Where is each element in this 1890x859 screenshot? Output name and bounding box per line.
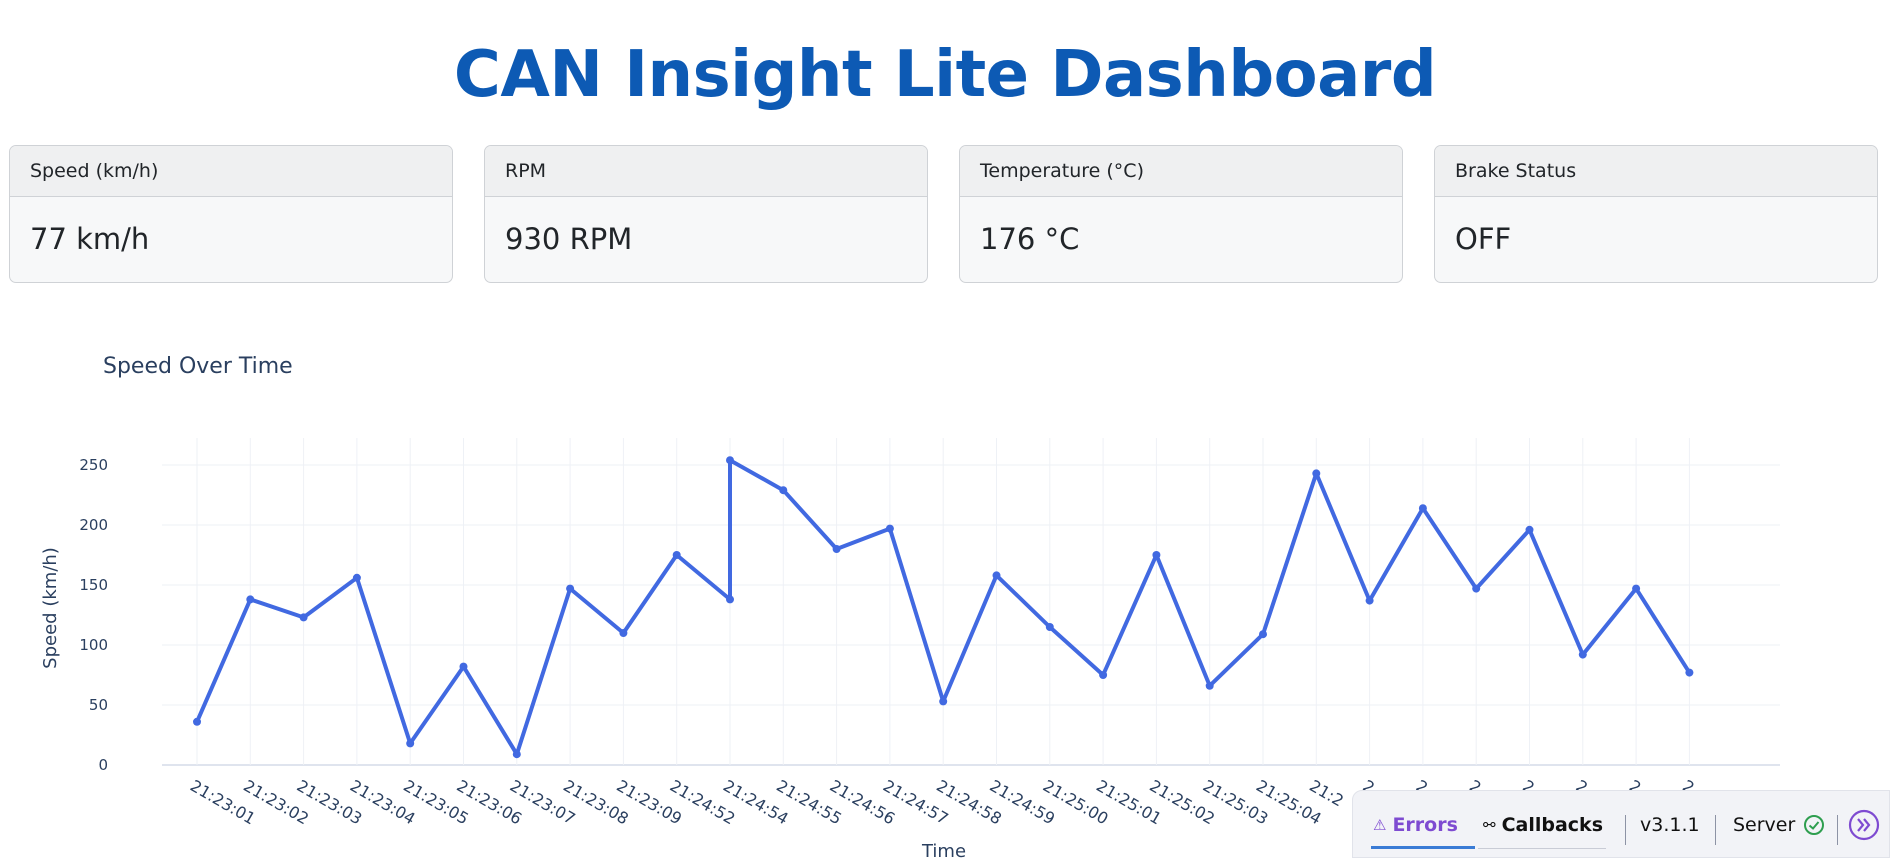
warning-icon: ⚠: [1373, 816, 1387, 834]
speed-card: Speed (km/h) 77 km/h: [9, 145, 453, 283]
expand-icon: [1848, 809, 1880, 841]
speed-data-point[interactable]: [406, 739, 415, 748]
divider: [1715, 815, 1716, 845]
divider: [1625, 815, 1626, 845]
speed-data-point[interactable]: [1525, 525, 1534, 534]
brake-card-label: Brake Status: [1435, 146, 1877, 197]
dev-tools-toggle-button[interactable]: [1848, 791, 1880, 859]
y-axis-title: Speed (km/h): [40, 547, 61, 669]
speed-data-point[interactable]: [992, 571, 1001, 580]
speed-data-point[interactable]: [619, 629, 628, 637]
speed-data-point[interactable]: [1045, 623, 1054, 631]
speed-data-point[interactable]: [1578, 650, 1587, 659]
speed-data-point[interactable]: [1205, 681, 1214, 690]
check-circle-icon: [1804, 815, 1825, 835]
y-tick-label: 50: [89, 696, 108, 714]
speed-data-point[interactable]: [299, 613, 308, 622]
chart-grid: [162, 438, 1780, 766]
speed-card-label: Speed (km/h): [10, 146, 452, 197]
speed-data-point[interactable]: [939, 697, 948, 706]
y-tick-label: 150: [79, 576, 108, 594]
temperature-card-value: 176 °C: [980, 222, 1080, 256]
callbacks-icon: ⚯: [1483, 816, 1496, 834]
server-label: Server: [1733, 814, 1796, 836]
rpm-card: RPM 930 RPM: [484, 145, 928, 283]
divider: [1837, 815, 1838, 845]
temperature-card: Temperature (°C) 176 °C: [959, 145, 1403, 283]
brake-card: Brake Status OFF: [1434, 145, 1878, 283]
speed-data-point[interactable]: [779, 486, 788, 495]
chart-title: Speed Over Time: [103, 354, 293, 379]
server-status[interactable]: Server: [1733, 791, 1825, 859]
speed-data-point[interactable]: [1632, 584, 1641, 593]
speed-data-point[interactable]: [672, 551, 681, 559]
speed-data-point[interactable]: [1152, 551, 1161, 559]
speed-data-point[interactable]: [1365, 596, 1374, 605]
brake-card-value: OFF: [1455, 222, 1512, 256]
y-tick-label: 200: [79, 516, 108, 534]
speed-data-point[interactable]: [1099, 671, 1108, 679]
y-tick-label: 0: [98, 756, 108, 774]
speed-data-point[interactable]: [832, 545, 841, 553]
rpm-card-label: RPM: [485, 146, 927, 197]
speed-data-point[interactable]: [1418, 504, 1427, 513]
page-title: CAN Insight Lite Dashboard: [453, 38, 1437, 112]
errors-label: Errors: [1392, 814, 1458, 836]
errors-tab-underline: [1371, 846, 1475, 849]
speed-data-point[interactable]: [246, 595, 255, 604]
speed-data-point[interactable]: [1312, 469, 1321, 478]
y-tick-label: 100: [79, 636, 108, 654]
speed-data-point[interactable]: [1259, 630, 1267, 639]
y-tick-label: 250: [79, 456, 108, 474]
speed-data-point[interactable]: [193, 717, 201, 726]
temperature-card-label: Temperature (°C): [960, 146, 1402, 197]
speed-data-point[interactable]: [726, 456, 734, 465]
speed-data-point[interactable]: [726, 595, 734, 604]
speed-data-point[interactable]: [459, 662, 468, 671]
dev-tools-bar: ⚠ Errors ⚯ Callbacks v3.1.1 Server: [1352, 790, 1890, 858]
version-label: v3.1.1: [1640, 814, 1700, 836]
speed-data-point[interactable]: [1685, 668, 1694, 677]
speed-data-point[interactable]: [1472, 584, 1481, 593]
speed-data-point[interactable]: [512, 750, 521, 759]
callbacks-label: Callbacks: [1501, 814, 1603, 836]
callbacks-tab-underline: [1478, 848, 1606, 849]
x-axis-title: Time: [921, 841, 966, 858]
speed-data-point[interactable]: [885, 524, 894, 533]
speed-data-point[interactable]: [352, 573, 361, 582]
speed-card-value: 77 km/h: [30, 222, 150, 256]
speed-data-point[interactable]: [566, 584, 575, 593]
rpm-card-value: 930 RPM: [505, 222, 633, 256]
chart-axes: 05010015020025021:23:0121:23:0221:23:032…: [79, 456, 1697, 828]
